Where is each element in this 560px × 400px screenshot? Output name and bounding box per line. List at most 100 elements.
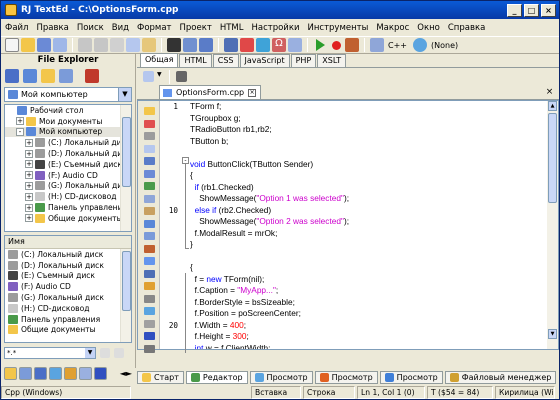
tab-xslt[interactable]: XSLT: [317, 54, 347, 67]
bottom-tab[interactable]: Старт: [137, 371, 184, 384]
list-item[interactable]: Общие документы: [5, 325, 131, 336]
list-item[interactable]: (E:) Съемный диск: [5, 271, 131, 282]
code-line[interactable]: f = new TForm(nil);: [190, 274, 546, 286]
tab-javascript[interactable]: JavaScript: [239, 54, 290, 67]
tree-item[interactable]: + Панель управления: [5, 202, 131, 213]
scroll-up-icon[interactable]: ▲: [548, 101, 557, 111]
close-button[interactable]: ×: [541, 3, 556, 17]
views-icon[interactable]: [59, 69, 73, 83]
code-line[interactable]: {: [190, 262, 546, 274]
code-line[interactable]: int w = f.ClientWidth;: [190, 343, 546, 350]
code-line[interactable]: TGroupbox g;: [190, 113, 546, 125]
expand-icon[interactable]: +: [25, 160, 33, 169]
expand-icon[interactable]: +: [16, 117, 24, 126]
gutter-tool-icon[interactable]: [144, 157, 155, 165]
omega-icon[interactable]: Ω: [272, 38, 286, 52]
save-all-icon[interactable]: [53, 38, 67, 52]
gutter-tool-icon[interactable]: [144, 307, 155, 315]
chevron-down-icon[interactable]: ▼: [85, 347, 95, 358]
tree-item[interactable]: + Мои документы: [5, 116, 131, 127]
status-mode[interactable]: Вставка: [251, 386, 301, 399]
bottom-tab[interactable]: Редактор: [185, 371, 248, 384]
run-icon[interactable]: [316, 39, 325, 51]
menu-item[interactable]: HTML: [220, 23, 244, 33]
gutter-tool-icon[interactable]: [144, 344, 155, 353]
menu-item[interactable]: Макрос: [376, 23, 409, 33]
gutter-tool-icon[interactable]: [144, 244, 155, 253]
gutter-tool-icon[interactable]: [144, 107, 155, 115]
code-line[interactable]: ShowMessage("Option 1 was selected");: [190, 193, 546, 205]
code-line[interactable]: }: [190, 239, 546, 251]
code-line[interactable]: f.Height = 300;: [190, 331, 546, 343]
filter-clear-icon[interactable]: [114, 347, 124, 358]
encoding-label[interactable]: (None): [431, 41, 458, 50]
code-line[interactable]: f.BorderStyle = bsSizeable;: [190, 297, 546, 309]
status-line[interactable]: Строка: [303, 386, 355, 399]
tab-css[interactable]: CSS: [212, 54, 239, 67]
code-line[interactable]: TForm f;: [190, 101, 546, 113]
fold-icon[interactable]: -: [182, 157, 189, 164]
bottom-tab[interactable]: Просмотр: [249, 371, 313, 384]
fold-margin[interactable]: -: [179, 101, 189, 353]
list-item[interactable]: (G:) Локальный диск: [5, 292, 131, 303]
code-line[interactable]: [190, 251, 546, 263]
gutter-tool-icon[interactable]: [144, 119, 155, 128]
list-item[interactable]: Панель управления: [5, 314, 131, 325]
menu-item[interactable]: Файл: [5, 23, 28, 33]
gutter-tool-icon[interactable]: [144, 294, 155, 303]
code-line[interactable]: f.Caption = "MyApp...";: [190, 285, 546, 297]
code-line[interactable]: [190, 147, 546, 159]
code-line[interactable]: {: [190, 170, 546, 182]
file-list[interactable]: Имя (C:) Локальный диск (D:) Локальный ди…: [4, 235, 132, 343]
menu-item[interactable]: Окно: [417, 23, 440, 33]
gutter-tool-icon[interactable]: [144, 132, 155, 140]
scroll-down-icon[interactable]: ▼: [548, 329, 557, 339]
new-file-icon[interactable]: [5, 38, 19, 52]
tree-item[interactable]: + (G:) Локальный диск: [5, 181, 131, 192]
redo-icon[interactable]: [94, 38, 108, 52]
tree-item[interactable]: + (F:) Audio CD: [5, 170, 131, 181]
gutter-tool-icon[interactable]: [144, 257, 155, 265]
gutter-tool-icon[interactable]: [144, 232, 155, 240]
gutter-tool-icon[interactable]: [144, 207, 155, 215]
tree-item[interactable]: + Общие документы: [5, 213, 131, 224]
expand-icon[interactable]: +: [25, 138, 33, 147]
gutter-tool-icon[interactable]: [144, 219, 155, 228]
filter-apply-icon[interactable]: [100, 347, 110, 358]
code-editor[interactable]: 1 10 20 - TForm f; TGroupbox g; TRadioButton…: [137, 100, 559, 353]
insert-tool-icon[interactable]: [176, 71, 187, 82]
code-line[interactable]: TButton b;: [190, 136, 546, 148]
tree-item[interactable]: - Мой компьютер: [5, 126, 131, 138]
save-icon[interactable]: [37, 38, 51, 52]
expand-icon[interactable]: +: [25, 171, 33, 180]
name-column-header[interactable]: Имя: [5, 236, 131, 249]
code-line[interactable]: ShowMessage("Option 2 was selected");: [190, 216, 546, 228]
filter-combo[interactable]: *.* ▼: [4, 346, 96, 359]
goto-icon[interactable]: [199, 38, 213, 52]
editor-scroll-thumb[interactable]: [548, 113, 557, 203]
tab-php[interactable]: PHP: [290, 54, 317, 67]
list-item[interactable]: (C:) Локальный диск: [5, 249, 131, 260]
tab-html[interactable]: HTML: [179, 54, 212, 67]
tools-explorer-icon[interactable]: [85, 69, 99, 83]
macro-icon[interactable]: [288, 38, 302, 52]
tab-optionsform[interactable]: OptionsForm.cpp ×: [159, 85, 262, 99]
code-line[interactable]: else if (rb2.Checked): [190, 205, 546, 217]
expand-icon[interactable]: +: [25, 203, 33, 212]
insert-table-icon[interactable]: [143, 71, 154, 82]
paste-icon[interactable]: [142, 38, 156, 52]
list-item[interactable]: (D:) Локальный диск: [5, 260, 131, 271]
undo-icon[interactable]: [78, 38, 92, 52]
close-doc-icon[interactable]: ×: [544, 87, 555, 98]
location-combo[interactable]: Мой компьютер ▼: [4, 87, 132, 102]
list-item[interactable]: (F:) Audio CD: [5, 281, 131, 292]
collapse-icon[interactable]: -: [16, 127, 24, 136]
bottom-tab[interactable]: Просмотр: [379, 371, 443, 384]
tree-item[interactable]: + (C:) Локальный диск: [5, 137, 131, 148]
menu-item[interactable]: Справка: [448, 23, 485, 33]
menu-item[interactable]: Инструменты: [308, 23, 369, 33]
code-line[interactable]: f.Position = poScreenCenter;: [190, 308, 546, 320]
gutter-tool-icon[interactable]: [144, 332, 155, 340]
tree-item[interactable]: + (H:) CD-дисковод: [5, 191, 131, 202]
close-tab-icon[interactable]: ×: [248, 88, 257, 97]
